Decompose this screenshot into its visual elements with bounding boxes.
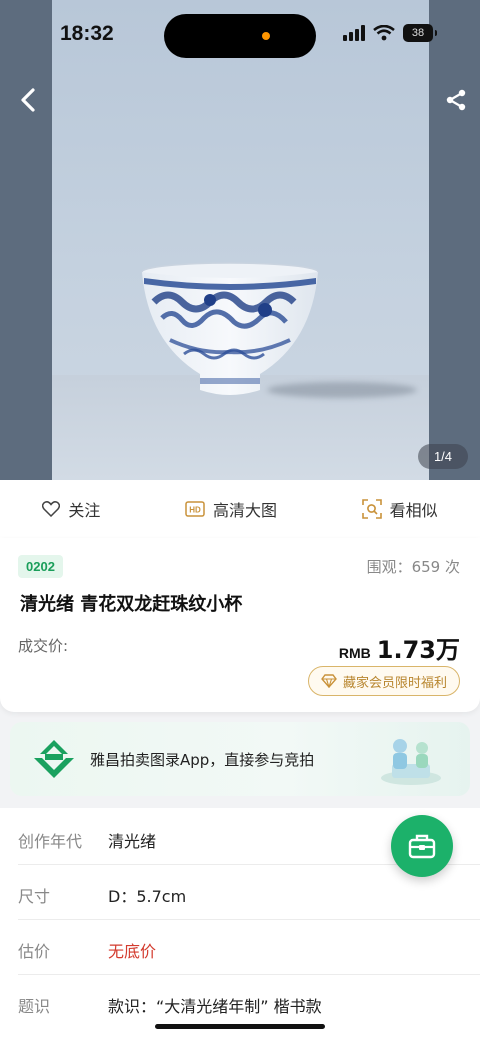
hd-image-label: 高清大图 — [212, 501, 277, 520]
detail-key: 创作年代 — [18, 832, 83, 851]
status-time: 18:32 — [60, 22, 114, 45]
svg-text:HD: HD — [189, 506, 201, 515]
toolbox-fab-button[interactable] — [391, 815, 453, 877]
member-benefit-button[interactable]: 藏家会员限时福利 — [307, 666, 460, 696]
view-count: 围观：659 次 — [366, 558, 460, 576]
dynamic-island — [164, 14, 316, 58]
detail-row: 估价 无底价 — [18, 920, 480, 975]
lot-detail-page: 18:32 38 1/4 关注 HD 高清大图 看相似 0202 围观：659 … — [0, 0, 480, 1041]
hammer-price: RMB 1.73万 — [339, 630, 460, 665]
diamond-icon — [321, 674, 337, 688]
find-similar-label: 看相似 — [389, 501, 438, 520]
briefcase-icon — [408, 834, 436, 859]
hd-image-button[interactable]: HD 高清大图 — [185, 497, 277, 521]
home-indicator[interactable] — [155, 1024, 325, 1029]
detail-value: 清光绪 — [108, 832, 157, 851]
back-button[interactable] — [12, 84, 44, 116]
artron-app-logo-icon — [34, 740, 74, 778]
detail-key: 题识 — [18, 997, 51, 1016]
privacy-indicator-dot — [262, 32, 270, 40]
member-benefit-label: 藏家会员限时福利 — [342, 675, 447, 691]
action-bar: 关注 HD 高清大图 看相似 — [0, 480, 480, 538]
gallery-next-peek — [429, 0, 480, 480]
share-icon — [446, 89, 466, 111]
detail-value: D：5.7cm — [108, 887, 187, 906]
auction-illustration-icon — [381, 739, 441, 785]
wifi-icon — [373, 25, 395, 41]
price-currency: RMB — [338, 645, 371, 661]
share-button[interactable] — [440, 84, 472, 116]
follow-button[interactable]: 关注 — [42, 497, 100, 521]
lot-number-badge: 0202 — [18, 555, 63, 578]
follow-label: 关注 — [68, 501, 101, 520]
detail-value: 款识：“大清光绪年制” 楷书款 — [108, 997, 322, 1016]
lot-photo[interactable] — [52, 0, 429, 480]
detail-row: 题识 款识：“大清光绪年制” 楷书款 — [18, 975, 480, 1030]
photo-counter: 1/4 — [418, 444, 468, 469]
chevron-left-icon — [21, 88, 35, 112]
lot-info-card: 0202 围观：659 次 清光绪 青花双龙赶珠纹小杯 成交价: RMB 1.7… — [0, 538, 480, 712]
status-indicators: 38 — [343, 24, 437, 42]
heart-icon — [42, 501, 61, 517]
detail-value: 无底价 — [108, 942, 157, 961]
find-similar-button[interactable]: 看相似 — [361, 497, 438, 521]
scan-icon — [361, 499, 382, 519]
hd-icon: HD — [185, 501, 205, 517]
detail-key: 估价 — [18, 942, 51, 961]
porcelain-cup-image — [141, 262, 319, 395]
price-label: 成交价: — [18, 637, 69, 655]
price-value: 1.73万 — [376, 636, 460, 664]
detail-key: 尺寸 — [18, 887, 51, 906]
signal-icon — [343, 25, 365, 41]
lot-image-gallery[interactable]: 18:32 38 1/4 — [0, 0, 480, 480]
gallery-prev-peek — [0, 0, 52, 480]
battery-indicator: 38 — [403, 24, 437, 42]
app-promo-text: 雅昌拍卖图录App，直接参与竞拍 — [90, 751, 315, 769]
app-promo-banner[interactable]: 雅昌拍卖图录App，直接参与竞拍 — [10, 722, 470, 796]
lot-title: 清光绪 青花双龙赶珠纹小杯 — [20, 594, 243, 615]
